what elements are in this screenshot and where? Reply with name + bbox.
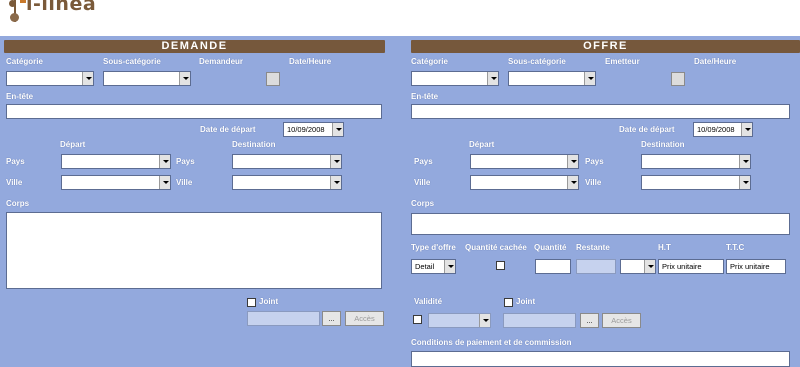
offre-entete-label: En-tête <box>411 92 439 101</box>
demande-date-depart-label: Date de départ <box>200 125 256 134</box>
demande-pays-depart-label: Pays <box>6 157 25 166</box>
offre-quantite-cachee-label: Quantité cachée <box>465 243 527 252</box>
demande-ville-depart-label: Ville <box>6 178 23 187</box>
offre-joint-input[interactable] <box>503 313 576 328</box>
offre-sous-categorie-label: Sous-catégorie <box>508 57 566 66</box>
offre-date-heure-label: Date/Heure <box>694 57 737 66</box>
offre-type-offre-label: Type d'offre <box>411 243 456 252</box>
demande-entete-label: En-tête <box>6 92 34 101</box>
offre-conditions-label: Conditions de paiement et de commission <box>411 338 572 347</box>
demande-entete-input[interactable] <box>6 104 382 119</box>
chevron-down-icon[interactable] <box>567 155 578 168</box>
offre-ville-destination-label: Ville <box>585 178 602 187</box>
offre-pays-depart-select[interactable] <box>470 154 579 169</box>
demande-sous-categorie-select[interactable] <box>103 71 191 86</box>
demande-joint-input[interactable] <box>247 311 320 326</box>
demande-categorie-select[interactable] <box>6 71 94 86</box>
offre-categorie-label: Catégorie <box>411 57 448 66</box>
offre-ttc-input[interactable]: Prix unitaire <box>726 259 786 274</box>
demande-pays-depart-select[interactable] <box>61 154 171 169</box>
chevron-down-icon[interactable] <box>644 260 655 273</box>
chevron-down-icon[interactable] <box>741 123 752 136</box>
logo-dot-icon <box>10 13 19 22</box>
offre-joint-label: Joint <box>516 297 536 306</box>
logo: i-linea <box>26 0 97 15</box>
demande-destination-label: Destination <box>232 140 276 149</box>
offre-ville-depart-select[interactable] <box>470 175 579 190</box>
chevron-down-icon[interactable] <box>584 72 595 85</box>
offre-corps-textarea[interactable] <box>411 213 790 235</box>
offre-sous-categorie-select[interactable] <box>508 71 596 86</box>
offre-pays-destination-select[interactable] <box>641 154 751 169</box>
offre-pays-depart-label: Pays <box>414 157 433 166</box>
offre-header: OFFRE <box>411 40 800 53</box>
chevron-down-icon[interactable] <box>332 123 343 136</box>
offre-validite-select[interactable] <box>428 313 491 328</box>
demande-demandeur-label: Demandeur <box>199 57 244 66</box>
demande-acces-button[interactable]: Accès <box>345 311 384 326</box>
demande-joint-label: Joint <box>259 297 279 306</box>
offre-joint-checkbox[interactable] <box>504 298 513 307</box>
demande-ville-destination-select[interactable] <box>232 175 342 190</box>
offre-entete-input[interactable] <box>411 104 790 119</box>
demande-sous-categorie-label: Sous-catégorie <box>103 57 161 66</box>
demande-ville-depart-select[interactable] <box>61 175 171 190</box>
offre-date-depart-value: 10/09/2008 <box>697 125 735 134</box>
chevron-down-icon[interactable] <box>330 176 341 189</box>
offre-validite-checkbox[interactable] <box>413 315 422 324</box>
demande-depart-label: Départ <box>60 140 86 149</box>
demande-date-depart-select[interactable]: 10/09/2008 <box>283 122 344 137</box>
demande-pays-destination-select[interactable] <box>232 154 342 169</box>
offre-browse-button[interactable]: ... <box>580 313 599 328</box>
offre-quantite-cachee-checkbox[interactable] <box>496 261 505 270</box>
offre-restante-label: Restante <box>576 243 610 252</box>
offre-date-depart-select[interactable]: 10/09/2008 <box>693 122 753 137</box>
offre-emetteur-label: Emetteur <box>605 57 640 66</box>
chevron-down-icon[interactable] <box>330 155 341 168</box>
offre-date-depart-label: Date de départ <box>619 125 675 134</box>
offre-type-offre-select[interactable]: Detail <box>411 259 456 274</box>
offre-type-offre-value: Detail <box>415 262 435 271</box>
offre-pays-destination-label: Pays <box>585 157 604 166</box>
chevron-down-icon[interactable] <box>567 176 578 189</box>
offre-conditions-textarea[interactable] <box>411 351 790 367</box>
demande-categorie-label: Catégorie <box>6 57 43 66</box>
demande-joint-checkbox[interactable] <box>247 298 256 307</box>
offre-ville-depart-label: Ville <box>414 178 431 187</box>
top-bar: i-linea <box>0 0 800 36</box>
chevron-down-icon[interactable] <box>479 314 490 327</box>
chevron-down-icon[interactable] <box>179 72 190 85</box>
demande-corps-textarea[interactable] <box>6 212 382 289</box>
demande-date-heure-label: Date/Heure <box>289 57 332 66</box>
demande-ville-destination-label: Ville <box>176 178 193 187</box>
offre-restante-input <box>576 259 616 274</box>
chevron-down-icon[interactable] <box>444 260 455 273</box>
demande-demandeur-button[interactable] <box>266 72 280 86</box>
offre-destination-label: Destination <box>641 140 685 149</box>
offre-quantite-input[interactable] <box>535 259 571 274</box>
demande-header: DEMANDE <box>4 40 385 53</box>
chevron-down-icon[interactable] <box>739 176 750 189</box>
offre-corps-label: Corps <box>411 199 435 208</box>
offre-ville-destination-select[interactable] <box>641 175 751 190</box>
demande-date-depart-value: 10/09/2008 <box>287 125 325 134</box>
offre-validite-label: Validité <box>414 297 443 306</box>
demande-corps-label: Corps <box>6 199 30 208</box>
chevron-down-icon[interactable] <box>82 72 93 85</box>
chevron-down-icon[interactable] <box>159 176 170 189</box>
chevron-down-icon[interactable] <box>739 155 750 168</box>
offre-categorie-select[interactable] <box>411 71 499 86</box>
chevron-down-icon[interactable] <box>159 155 170 168</box>
offre-ht-label: H.T <box>658 243 671 252</box>
demande-browse-button[interactable]: ... <box>322 311 341 326</box>
offre-acces-button[interactable]: Accès <box>602 313 641 328</box>
offre-emetteur-button[interactable] <box>671 72 685 86</box>
demande-pays-destination-label: Pays <box>176 157 195 166</box>
offre-quantite-label: Quantité <box>534 243 567 252</box>
offre-unit-select[interactable] <box>620 259 656 274</box>
chevron-down-icon[interactable] <box>487 72 498 85</box>
offre-ht-input[interactable]: Prix unitaire <box>658 259 724 274</box>
offre-depart-label: Départ <box>469 140 495 149</box>
offre-ttc-label: T.T.C <box>726 243 745 252</box>
